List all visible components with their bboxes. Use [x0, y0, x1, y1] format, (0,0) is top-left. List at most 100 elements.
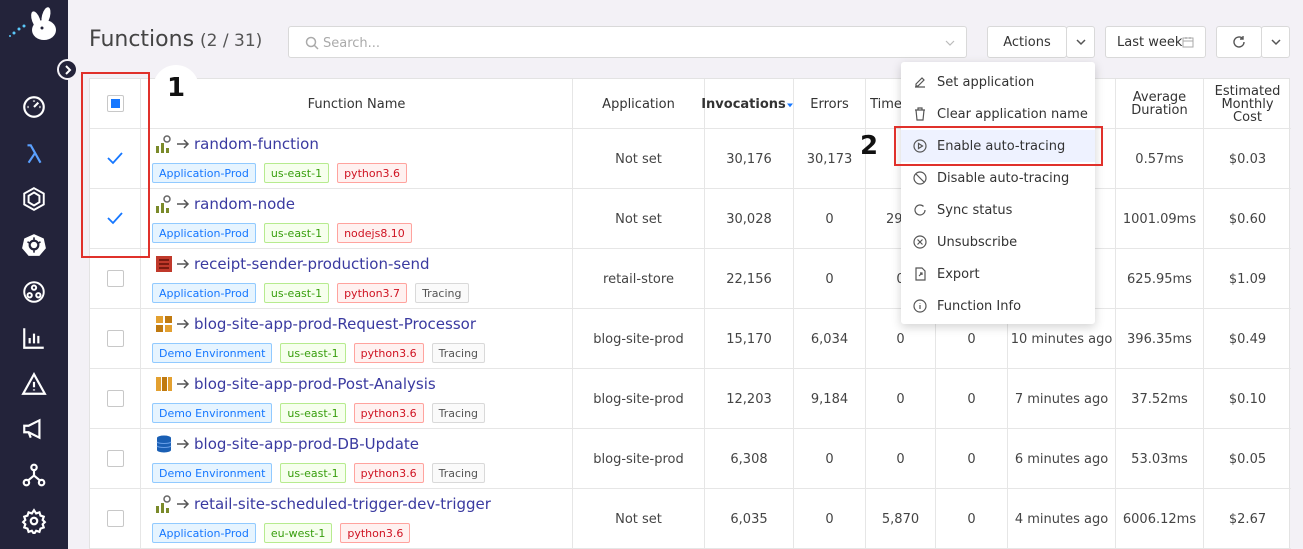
function-name-cell[interactable]: receipt-sender-production-send	[154, 254, 429, 274]
function-name-link[interactable]: receipt-sender-production-send	[194, 255, 429, 273]
lambda-icon[interactable]	[20, 140, 48, 168]
column-header-timeouts[interactable]: Time	[866, 79, 906, 129]
page-title-text: Functions	[89, 27, 195, 52]
tag-region: us-east-1	[280, 403, 346, 423]
function-name-link[interactable]: random-function	[194, 135, 319, 153]
actions-dropdown-menu: Set application Clear application name E…	[901, 62, 1095, 324]
refresh-dropdown-toggle[interactable]	[1261, 26, 1290, 58]
function-name-link[interactable]: blog-site-app-prod-Post-Analysis	[194, 375, 436, 393]
function-name-cell[interactable]: blog-site-app-prod-Post-Analysis	[154, 374, 436, 394]
megaphone-icon[interactable]	[20, 415, 48, 443]
menu-item-set-application[interactable]: Set application	[901, 66, 1095, 98]
function-name-cell[interactable]: blog-site-app-prod-Request-Processor	[154, 314, 476, 334]
arrow-right-icon	[177, 259, 190, 269]
database-icon	[154, 434, 174, 454]
tag-runtime: python3.6	[353, 403, 424, 423]
column-header-monthly-cost[interactable]: Estimated Monthly Cost	[1204, 79, 1291, 129]
menu-item-export[interactable]: Export	[901, 258, 1095, 290]
function-name-cell[interactable]: blog-site-app-prod-DB-Update	[154, 434, 419, 454]
time-range-picker[interactable]: Last week	[1105, 26, 1206, 58]
invocations-cell: 30,028	[726, 211, 772, 227]
row-checkbox[interactable]	[107, 390, 124, 407]
timeouts-cell: 0	[896, 391, 905, 407]
function-name-link[interactable]: blog-site-app-prod-DB-Update	[194, 435, 419, 453]
menu-item-disable-auto-tracing[interactable]: Disable auto-tracing	[901, 162, 1095, 194]
avg-duration-cell: 0.57ms	[1135, 151, 1184, 167]
row-checkbox[interactable]	[107, 510, 124, 527]
dashboard-icon[interactable]	[20, 93, 48, 121]
distributed-icon[interactable]	[20, 278, 48, 306]
function-name-cell[interactable]: retail-site-scheduled-trigger-dev-trigge…	[154, 494, 491, 514]
function-name-cell[interactable]: random-node	[154, 194, 295, 214]
function-name-link[interactable]: blog-site-app-prod-Request-Processor	[194, 315, 476, 333]
arrow-right-icon	[177, 319, 190, 329]
refresh-button[interactable]	[1216, 26, 1262, 58]
menu-item-function-info[interactable]: Function Info	[901, 290, 1095, 322]
application-cell: Not set	[615, 151, 662, 167]
chevron-down-icon[interactable]	[944, 37, 956, 49]
column-header-application[interactable]: Application	[573, 79, 704, 129]
function-name-cell[interactable]: random-function	[154, 134, 319, 154]
avg-duration-cell: 37.52ms	[1131, 391, 1188, 407]
chevron-down-icon	[1270, 39, 1281, 46]
tag-env: Application-Prod	[152, 223, 256, 243]
tag-region: us-east-1	[263, 163, 330, 183]
application-cell: retail-store	[603, 271, 674, 287]
timeouts-cell: 0	[896, 451, 905, 467]
stop-icon	[913, 171, 927, 185]
search-icon	[305, 36, 319, 50]
actions-button[interactable]: Actions	[987, 26, 1067, 58]
tag-tracing: Tracing	[431, 463, 486, 483]
edit-icon	[915, 77, 925, 88]
errors-cell: 0	[825, 511, 834, 527]
errors-cell: 9,184	[810, 391, 849, 407]
kubernetes-icon[interactable]	[20, 231, 48, 259]
last-invocation-cell: 7 minutes ago	[1014, 391, 1109, 407]
chevron-down-icon	[1075, 39, 1086, 46]
row-checkbox[interactable]	[107, 270, 124, 287]
aws-orange-icon	[154, 314, 174, 334]
tag-region: us-east-1	[280, 463, 346, 483]
network-icon[interactable]	[20, 461, 48, 489]
column-header-errors[interactable]: Errors	[794, 79, 865, 129]
sidebar-collapse-button[interactable]	[57, 59, 78, 80]
application-cell: Not set	[615, 211, 662, 227]
last-invocation-cell: 6 minutes ago	[1014, 451, 1109, 467]
search-input[interactable]	[323, 33, 923, 53]
bar-chart-icon[interactable]	[20, 324, 48, 352]
function-count: (2 / 31)	[200, 31, 263, 51]
hexagon-icon[interactable]	[20, 185, 48, 213]
sidebar	[0, 0, 68, 549]
column-header-average-duration[interactable]: Average Duration	[1116, 79, 1203, 129]
warning-icon[interactable]	[20, 370, 48, 398]
menu-item-sync-status[interactable]: Sync status	[901, 194, 1095, 226]
time-range-label: Last week	[1117, 34, 1183, 50]
function-tags: Application-Prod eu-west-1 python3.6	[152, 523, 411, 543]
annotation-box-2	[894, 126, 1103, 166]
tag-env: Demo Environment	[152, 343, 273, 363]
invocations-cell: 15,170	[726, 331, 772, 347]
column-header-function-name[interactable]: Function Name	[141, 79, 572, 129]
cost-cell: $1.09	[1228, 271, 1267, 287]
menu-item-unsubscribe[interactable]: Unsubscribe	[901, 226, 1095, 258]
page-title: Functions (2 / 31)	[89, 27, 262, 52]
function-name-link[interactable]: random-node	[194, 195, 295, 213]
column-header-invocations[interactable]: Invocations	[699, 79, 795, 129]
metrics-icon	[154, 494, 174, 514]
tag-runtime: python3.6	[353, 463, 424, 483]
row-checkbox[interactable]	[107, 450, 124, 467]
logo-icon[interactable]	[6, 6, 62, 46]
search-box[interactable]	[288, 26, 967, 58]
function-tags: Application-Prod us-east-1 python3.7 Tracin…	[152, 283, 469, 303]
function-name-link[interactable]: retail-site-scheduled-trigger-dev-trigge…	[194, 495, 491, 513]
avg-duration-cell: 1001.09ms	[1122, 211, 1197, 227]
settings-icon[interactable]	[20, 507, 48, 535]
actions-dropdown-toggle[interactable]	[1066, 26, 1095, 58]
refresh-icon	[1233, 36, 1245, 48]
timeouts-cell: 5,870	[881, 511, 920, 527]
menu-item-label: Function Info	[937, 298, 1022, 314]
row-checkbox[interactable]	[107, 330, 124, 347]
cost-cell: $0.49	[1228, 331, 1267, 347]
arrow-right-icon	[177, 499, 190, 509]
cost-cell: $2.67	[1228, 511, 1267, 527]
